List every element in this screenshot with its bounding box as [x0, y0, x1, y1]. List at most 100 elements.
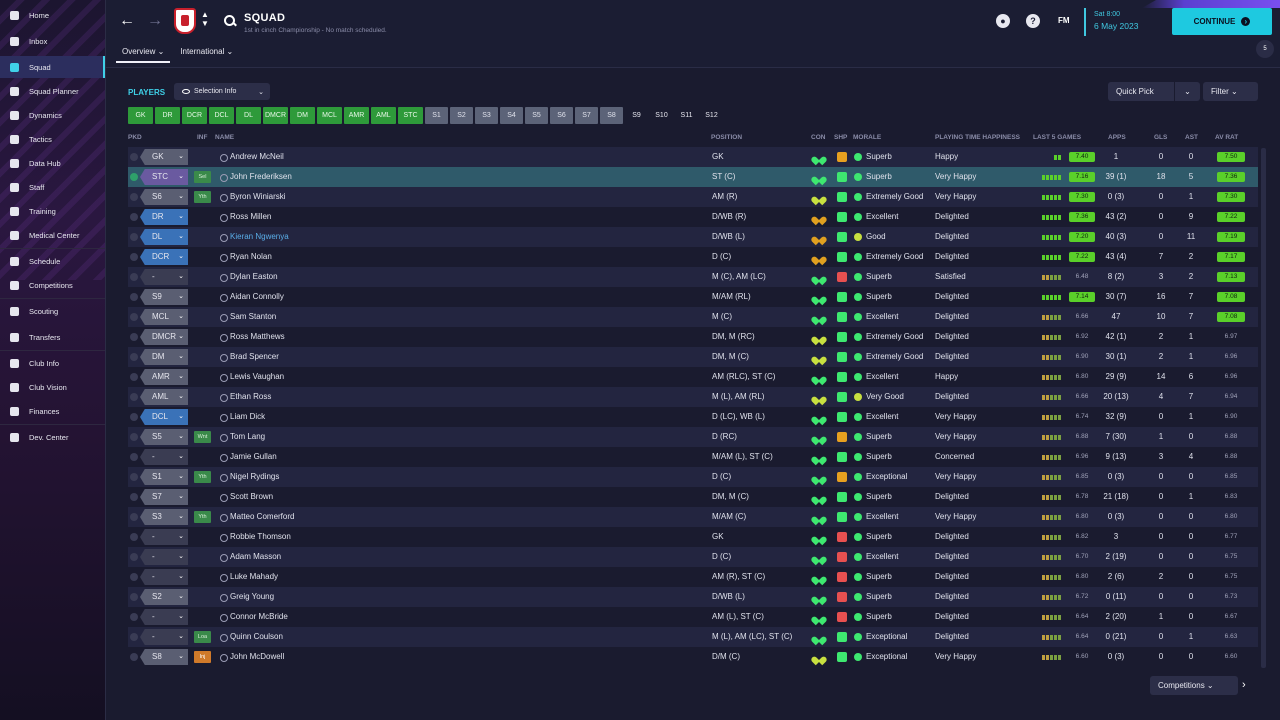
- position-chip-s7[interactable]: S7: [575, 107, 598, 124]
- row-select-checkbox[interactable]: [130, 513, 138, 521]
- picked-position-dropdown[interactable]: - ⌄: [140, 549, 188, 565]
- row-select-checkbox[interactable]: [130, 153, 138, 161]
- player-name[interactable]: Greig Young: [230, 587, 274, 607]
- sidebar-item-staff[interactable]: Staff: [0, 176, 105, 198]
- player-name[interactable]: Byron Winiarski: [230, 187, 286, 207]
- table-row[interactable]: DMCR ⌄ Ross Matthews DM, M (RC) Extremely Go…: [128, 327, 1258, 347]
- picked-position-dropdown[interactable]: - ⌄: [140, 529, 188, 545]
- position-chip-mcl[interactable]: MCL: [317, 107, 342, 124]
- table-row[interactable]: - ⌄ Loa Quinn Coulson M (L), AM (LC), ST (C)…: [128, 627, 1258, 647]
- picked-position-dropdown[interactable]: - ⌄: [140, 609, 188, 625]
- player-name[interactable]: Andrew McNeil: [230, 147, 284, 167]
- position-chip-s4[interactable]: S4: [500, 107, 523, 124]
- position-chip-s9[interactable]: S9: [625, 107, 648, 124]
- row-select-checkbox[interactable]: [130, 233, 138, 241]
- picked-position-dropdown[interactable]: - ⌄: [140, 629, 188, 645]
- player-name[interactable]: Lewis Vaughan: [230, 367, 284, 387]
- info-badge[interactable]: Yth: [194, 471, 211, 483]
- player-name[interactable]: Liam Dick: [230, 407, 265, 427]
- picked-position-dropdown[interactable]: S2 ⌄: [140, 589, 188, 605]
- sidebar-item-data-hub[interactable]: Data Hub: [0, 152, 105, 174]
- info-badge[interactable]: Loa: [194, 631, 211, 643]
- back-arrow-icon[interactable]: ←: [116, 10, 138, 32]
- sidebar-item-squad[interactable]: Squad: [0, 56, 105, 78]
- sidebar-item-training[interactable]: Training: [0, 200, 105, 222]
- position-chip-dcl[interactable]: DCL: [209, 107, 234, 124]
- player-name[interactable]: Ryan Nolan: [230, 247, 272, 267]
- player-name[interactable]: Matteo Comerford: [230, 507, 294, 527]
- competitions-dropdown[interactable]: Competitions ⌄: [1150, 676, 1238, 695]
- col-ast[interactable]: AST: [1185, 134, 1198, 141]
- table-row[interactable]: - ⌄ Robbie Thomson GK Superb Delighted 6.82 3 0 0…: [128, 527, 1258, 547]
- col-inf[interactable]: INF: [197, 134, 207, 141]
- picked-position-dropdown[interactable]: - ⌄: [140, 569, 188, 585]
- player-name[interactable]: Ross Millen: [230, 207, 271, 227]
- continue-button[interactable]: CONTINUE: [1172, 8, 1272, 35]
- tab-overview[interactable]: Overview ⌄: [116, 44, 171, 63]
- picked-position-dropdown[interactable]: DL ⌄: [140, 229, 188, 245]
- col-morale[interactable]: MORALE: [853, 134, 881, 141]
- info-badge[interactable]: Sel: [194, 171, 211, 183]
- col-name[interactable]: NAME: [215, 134, 234, 141]
- picked-position-dropdown[interactable]: DM ⌄: [140, 349, 188, 365]
- position-chip-dm[interactable]: DM: [290, 107, 315, 124]
- picked-position-dropdown[interactable]: DCL ⌄: [140, 409, 188, 425]
- table-row[interactable]: S8 ⌄ Inj John McDowell D/M (C) Exceptional Ver…: [128, 647, 1258, 667]
- col-position[interactable]: POSITION: [711, 134, 742, 141]
- picked-position-dropdown[interactable]: DMCR ⌄: [140, 329, 188, 345]
- sidebar-item-medical-center[interactable]: Medical Center: [0, 224, 105, 246]
- player-name[interactable]: Sam Stanton: [230, 307, 276, 327]
- sidebar-item-dev-center[interactable]: Dev. Center: [0, 426, 105, 448]
- game-date[interactable]: Sat 8:00 6 May 2023: [1084, 8, 1162, 36]
- table-row[interactable]: - ⌄ Dylan Easton M (C), AM (LC) Superb Satisf…: [128, 267, 1258, 287]
- sidebar-item-schedule[interactable]: Schedule: [0, 250, 105, 272]
- table-row[interactable]: S7 ⌄ Scott Brown DM, M (C) Superb Delighted 6.…: [128, 487, 1258, 507]
- row-select-checkbox[interactable]: [130, 533, 138, 541]
- table-row[interactable]: - ⌄ Jamie Gullan M/AM (L), ST (C) Superb Conc…: [128, 447, 1258, 467]
- sidebar-item-scouting[interactable]: Scouting: [0, 300, 105, 322]
- table-row[interactable]: S1 ⌄ Yth Nigel Rydings D (C) Exceptional Very …: [128, 467, 1258, 487]
- row-select-checkbox[interactable]: [130, 493, 138, 501]
- sidebar-item-competitions[interactable]: Competitions: [0, 274, 105, 296]
- sidebar-item-squad-planner[interactable]: Squad Planner: [0, 80, 105, 102]
- col-last-5-games[interactable]: LAST 5 GAMES: [1033, 134, 1081, 141]
- col-playing-time[interactable]: PLAYING TIME HAPPINESS: [935, 134, 1020, 141]
- position-chip-s12[interactable]: S12: [700, 107, 723, 124]
- sidebar-item-transfers[interactable]: Transfers: [0, 326, 105, 348]
- col-av-rat[interactable]: AV RAT: [1215, 134, 1238, 141]
- row-select-checkbox[interactable]: [130, 433, 138, 441]
- position-chip-s10[interactable]: S10: [650, 107, 673, 124]
- row-select-checkbox[interactable]: [130, 613, 138, 621]
- position-chip-dcr[interactable]: DCR: [182, 107, 207, 124]
- picked-position-dropdown[interactable]: S8 ⌄: [140, 649, 188, 665]
- chevron-down-icon[interactable]: ⌄: [1174, 82, 1200, 101]
- table-row[interactable]: - ⌄ Luke Mahady AM (R), ST (C) Superb Delight…: [128, 567, 1258, 587]
- table-row[interactable]: S6 ⌄ Yth Byron Winiarski AM (R) Extremely Goo…: [128, 187, 1258, 207]
- chevron-right-icon[interactable]: ›: [1242, 676, 1254, 695]
- player-name[interactable]: Brad Spencer: [230, 347, 279, 367]
- table-row[interactable]: DR ⌄ Ross Millen D/WB (R) Excellent Delighted…: [128, 207, 1258, 227]
- row-select-checkbox[interactable]: [130, 213, 138, 221]
- col-apps[interactable]: APPS: [1108, 134, 1126, 141]
- row-select-checkbox[interactable]: [130, 313, 138, 321]
- position-chip-dl[interactable]: DL: [236, 107, 261, 124]
- player-name[interactable]: Dylan Easton: [230, 267, 278, 287]
- player-name[interactable]: Connor McBride: [230, 607, 288, 627]
- picked-position-dropdown[interactable]: DR ⌄: [140, 209, 188, 225]
- picked-position-dropdown[interactable]: DCR ⌄: [140, 249, 188, 265]
- table-row[interactable]: AMR ⌄ Lewis Vaughan AM (RLC), ST (C) Excelle…: [128, 367, 1258, 387]
- quick-pick-button[interactable]: Quick Pick ⌄: [1108, 82, 1200, 101]
- position-chip-gk[interactable]: GK: [128, 107, 153, 124]
- search-icon[interactable]: [222, 13, 238, 29]
- row-select-checkbox[interactable]: [130, 353, 138, 361]
- picked-position-dropdown[interactable]: S3 ⌄: [140, 509, 188, 525]
- row-select-checkbox[interactable]: [130, 553, 138, 561]
- sidebar-item-dynamics[interactable]: Dynamics: [0, 104, 105, 126]
- position-chip-dmcr[interactable]: DMCR: [263, 107, 288, 124]
- player-name[interactable]: Aidan Connolly: [230, 287, 284, 307]
- club-crest-icon[interactable]: [174, 8, 196, 34]
- table-row[interactable]: DCR ⌄ Ryan Nolan D (C) Extremely Good Delight…: [128, 247, 1258, 267]
- tab-international[interactable]: International ⌄: [174, 44, 239, 63]
- row-select-checkbox[interactable]: [130, 413, 138, 421]
- picked-position-dropdown[interactable]: S1 ⌄: [140, 469, 188, 485]
